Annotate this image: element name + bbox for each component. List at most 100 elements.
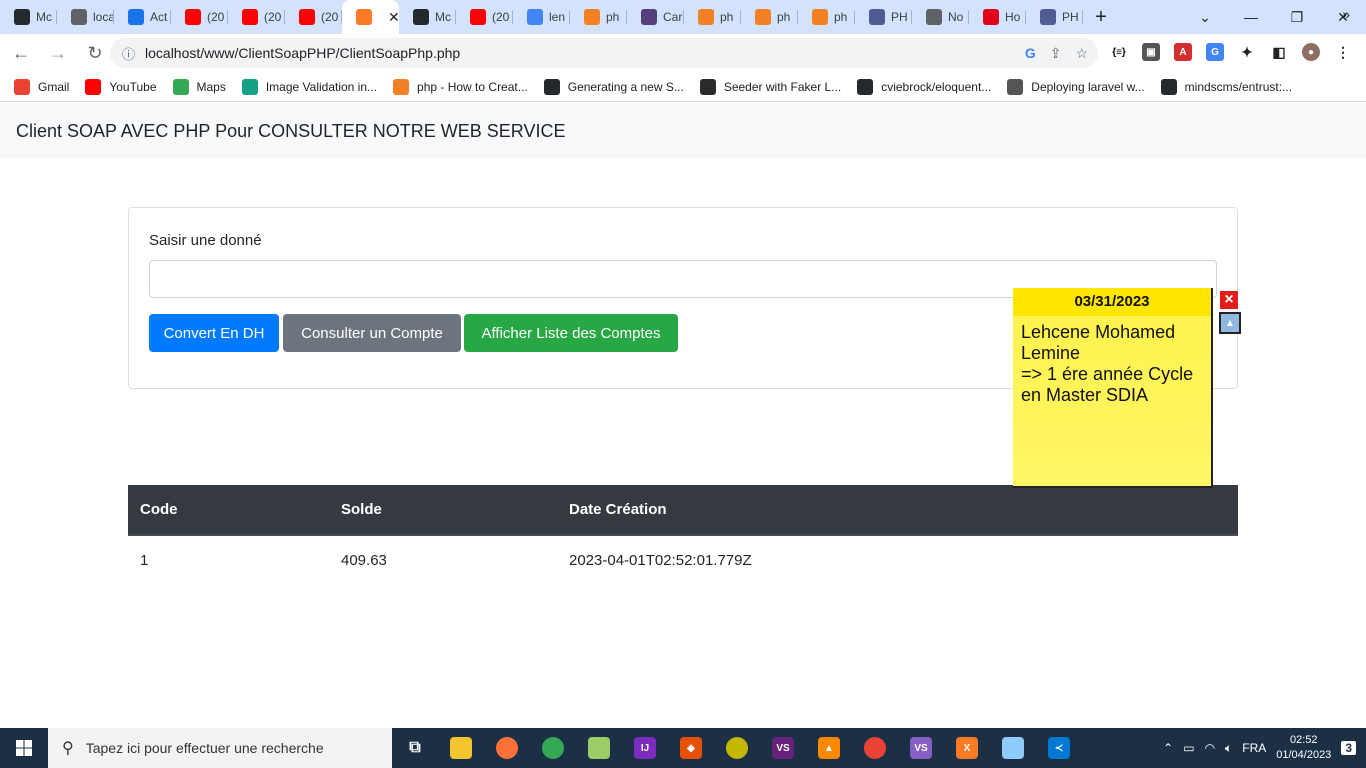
language-indicator[interactable]: FRA — [1242, 741, 1266, 755]
taskbar-search[interactable]: ⚲ Tapez ici pour effectuer une recherche — [48, 728, 392, 768]
browser-tab[interactable]: (20 — [456, 0, 513, 34]
file-explorer-icon[interactable] — [438, 728, 484, 768]
url-text[interactable]: localhost/www/ClientSoapPHP/ClientSoapPh… — [145, 45, 460, 61]
forward-icon[interactable]: → — [42, 37, 74, 69]
sticky-note-date: 03/31/2023 — [1013, 288, 1211, 316]
youtube-icon — [242, 9, 258, 25]
extensions-puzzle-icon[interactable]: ✦ — [1238, 43, 1256, 61]
tab-label: Car — [663, 10, 683, 24]
tab-label: (20 — [207, 10, 225, 24]
xampp-icon[interactable]: X — [944, 728, 990, 768]
address-bar[interactable]: ⓘ localhost/www/ClientSoapPHP/ClientSoap… — [110, 38, 1098, 68]
consult-account-button[interactable]: Consulter un Compte — [283, 314, 461, 352]
bookmark-item[interactable]: Maps — [172, 78, 226, 95]
github-icon — [1160, 78, 1177, 95]
volume-icon[interactable]: 🔈︎ — [1225, 741, 1232, 756]
tab-close-icon[interactable]: ✕ — [388, 9, 399, 26]
chevron-up-icon[interactable]: ⌃ — [1163, 741, 1173, 755]
bookmark-item[interactable]: Image Validation in... — [241, 78, 377, 95]
pdf-icon[interactable]: A — [1174, 43, 1192, 61]
google-lens-icon[interactable]: G — [1025, 45, 1036, 61]
browser-tab[interactable]: (20 — [171, 0, 228, 34]
sticky-note-line: => 1 ére année Cycle en Master SDIA — [1021, 364, 1194, 405]
stackoverflow-icon — [812, 9, 828, 25]
vscode-icon[interactable]: ≺ — [1036, 728, 1082, 768]
bookmark-item[interactable]: YouTube — [85, 78, 157, 95]
bookmark-item[interactable]: php - How to Creat... — [393, 78, 528, 95]
clock[interactable]: 02:52 01/04/2023 — [1276, 733, 1331, 763]
reload-icon[interactable]: ↻ — [79, 37, 111, 69]
browser-tab[interactable]: (20 — [285, 0, 342, 34]
json-viewer-icon[interactable]: {≡} — [1110, 43, 1128, 61]
bookmarks-bar: Gmail YouTube Maps Image Validation in... ph… — [0, 72, 1366, 102]
notepad-icon[interactable] — [990, 728, 1036, 768]
browser-tab[interactable]: (20 — [228, 0, 285, 34]
share-icon[interactable]: ⇪ — [1050, 45, 1062, 62]
github-icon — [857, 78, 874, 95]
windows-start-icon[interactable] — [0, 728, 48, 768]
app-icon[interactable] — [714, 728, 760, 768]
chrome-profile-icon[interactable] — [852, 728, 898, 768]
browser-tab[interactable]: Mc — [399, 0, 456, 34]
tab-search-icon[interactable]: ⌄ — [1182, 0, 1228, 34]
firefox-icon[interactable] — [484, 728, 530, 768]
browser-tab[interactable]: Mc — [0, 0, 57, 34]
side-panel-icon[interactable]: ◧ — [1270, 43, 1288, 61]
vlc-icon[interactable]: ▲ — [806, 728, 852, 768]
convert-dh-button[interactable]: Convert En DH — [149, 314, 279, 352]
phpstorm-icon[interactable]: IJ — [622, 728, 668, 768]
browser-tab[interactable]: ph — [570, 0, 627, 34]
visual-studio-2-icon[interactable]: VS — [898, 728, 944, 768]
tab-label: len — [549, 10, 566, 24]
chrome-icon[interactable] — [530, 728, 576, 768]
browser-tab[interactable]: Ho — [969, 0, 1026, 34]
bookmark-label: Deploying laravel w... — [1031, 79, 1145, 94]
bookmarks-overflow-icon[interactable]: » — [1342, 6, 1350, 22]
browser-tab[interactable]: len — [513, 0, 570, 34]
github-icon — [14, 9, 30, 25]
column-header: Date Création — [557, 485, 1238, 536]
screen-capture-icon[interactable]: ▣ — [1142, 43, 1160, 61]
sticky-minimize-icon[interactable]: ▲ — [1219, 312, 1241, 334]
bookmark-item[interactable]: mindscms/entrust:... — [1160, 78, 1292, 95]
list-accounts-button[interactable]: Afficher Liste des Comptes — [464, 314, 678, 352]
git-icon[interactable]: ◆ — [668, 728, 714, 768]
browser-tab[interactable]: PH — [1026, 0, 1083, 34]
sticky-close-icon[interactable]: × — [1219, 290, 1239, 310]
bookmark-item[interactable]: Gmail — [14, 78, 69, 95]
github-icon — [543, 78, 560, 95]
xampp-icon — [356, 9, 372, 25]
browser-tab[interactable]: Car — [627, 0, 684, 34]
wifi-icon[interactable]: ◠ — [1205, 741, 1215, 755]
battery-icon[interactable]: ▭ — [1183, 741, 1194, 755]
browser-tab[interactable]: Act — [114, 0, 171, 34]
bookmark-item[interactable]: Deploying laravel w... — [1007, 78, 1145, 95]
bookmark-item[interactable]: cviebrock/eloquent... — [857, 78, 991, 95]
browser-tab[interactable]: ph — [741, 0, 798, 34]
back-icon[interactable]: ← — [5, 37, 37, 69]
stackoverflow-icon — [393, 78, 410, 95]
profile-avatar[interactable]: ● — [1302, 43, 1320, 61]
task-view-icon[interactable]: ⧉ — [392, 728, 438, 768]
browser-tab[interactable]: No — [912, 0, 969, 34]
paint-icon[interactable] — [576, 728, 622, 768]
restore-button[interactable]: ❐ — [1274, 0, 1320, 34]
browser-tab[interactable]: ✕ — [342, 0, 399, 34]
browser-tab[interactable]: loca — [57, 0, 114, 34]
browser-tab[interactable]: PH — [855, 0, 912, 34]
visual-studio-icon[interactable]: VS — [760, 728, 806, 768]
notifications-icon[interactable]: 3 — [1341, 741, 1356, 755]
browser-tab[interactable]: ph — [798, 0, 855, 34]
sticky-note[interactable]: 03/31/2023 Lehcene Mohamed Lemine => 1 é… — [1013, 288, 1213, 488]
minimize-button[interactable]: — — [1228, 0, 1274, 34]
bookmark-item[interactable]: Generating a new S... — [543, 78, 684, 95]
new-tab-icon[interactable]: + — [1083, 6, 1119, 29]
translate-icon[interactable]: G — [1206, 43, 1224, 61]
bookmark-star-icon[interactable]: ☆ — [1075, 45, 1088, 62]
menu-kebab-icon[interactable]: ⋮ — [1334, 43, 1352, 61]
browser-tab[interactable]: ph — [684, 0, 741, 34]
site-info-icon[interactable]: ⓘ — [122, 44, 135, 63]
github-icon — [413, 9, 429, 25]
tab-label: Act — [150, 10, 168, 24]
bookmark-item[interactable]: Seeder with Faker L... — [699, 78, 841, 95]
